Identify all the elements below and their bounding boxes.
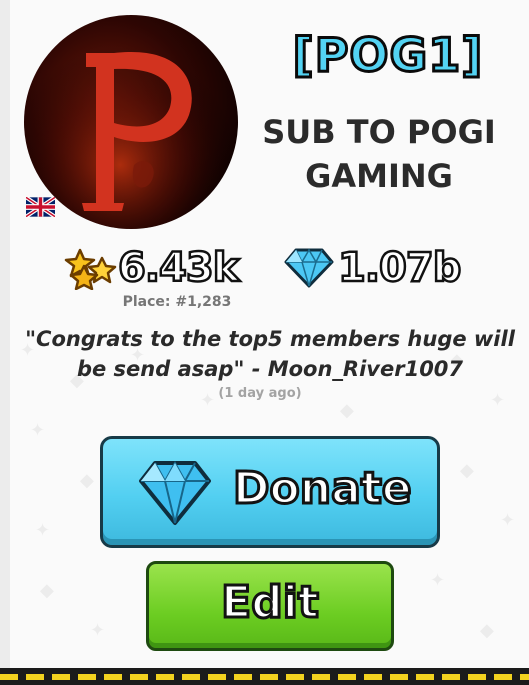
stars-value: 6.43k — [117, 244, 241, 293]
message-time: (1 day ago) — [218, 386, 302, 401]
donate-label: Donate — [232, 462, 414, 516]
avatar-letter-icon — [24, 15, 238, 229]
clan-message: "Congrats to the top5 members huge will … — [25, 327, 515, 381]
diamonds-stat: 1.07b — [280, 238, 463, 298]
edit-button[interactable]: Edit — [146, 561, 394, 651]
clan-place: Place: #1,283 — [122, 294, 232, 310]
bottom-stripe — [0, 674, 529, 680]
edit-label: Edit — [220, 576, 321, 630]
diamond-icon — [139, 460, 211, 525]
clan-tag: [POG1] — [291, 27, 484, 84]
stars-icon — [64, 248, 117, 290]
clan-avatar: P — [24, 15, 238, 229]
stars-stat: 6.43k — [62, 238, 241, 298]
left-edge — [0, 0, 10, 668]
diamonds-value: 1.07b — [337, 244, 463, 293]
diamond-icon — [284, 248, 334, 288]
clan-name: SUB TO POGI GAMING — [262, 113, 496, 195]
bottom-bar — [0, 668, 529, 685]
uk-flag-icon — [26, 197, 55, 217]
donate-button[interactable]: Donate — [100, 436, 440, 548]
